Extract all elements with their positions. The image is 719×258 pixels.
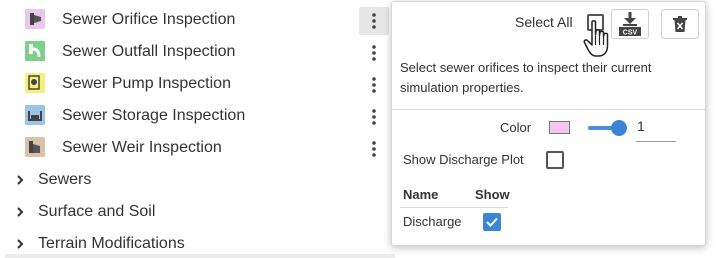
chevron-right-icon[interactable] bbox=[16, 205, 24, 223]
folder-terrain-modifications[interactable]: Terrain Modifications bbox=[0, 227, 390, 258]
folder-label: Surface and Soil bbox=[38, 203, 156, 220]
table-divider bbox=[400, 207, 508, 208]
table-header-name: Name bbox=[403, 187, 439, 202]
layer-item-sewer-outfall[interactable]: Sewer Outfall Inspection bbox=[0, 35, 390, 67]
popup-description: Select sewer orifices to inspect their c… bbox=[400, 60, 652, 95]
divider bbox=[392, 109, 705, 110]
table-header-show: Show bbox=[475, 187, 510, 202]
slider-thumb[interactable] bbox=[611, 120, 627, 136]
trash-icon bbox=[673, 16, 687, 32]
layer-item-sewer-storage[interactable]: Sewer Storage Inspection bbox=[0, 99, 390, 131]
layer-item-label: Sewer Orifice Inspection bbox=[62, 11, 236, 28]
more-options-icon[interactable] bbox=[359, 103, 389, 131]
table-row-name: Discharge bbox=[403, 214, 462, 229]
folder-sewers[interactable]: Sewers bbox=[0, 163, 390, 195]
more-options-icon[interactable] bbox=[359, 7, 389, 35]
layer-item-sewer-pump[interactable]: Sewer Pump Inspection bbox=[0, 67, 390, 99]
more-options-icon[interactable] bbox=[359, 39, 389, 67]
checkmark-icon bbox=[486, 217, 498, 227]
sewer-weir-icon bbox=[25, 137, 45, 157]
select-all-label: Select All bbox=[515, 14, 573, 30]
color-label: Color bbox=[500, 120, 532, 135]
hand-cursor-icon bbox=[583, 20, 613, 63]
folder-surface-and-soil[interactable]: Surface and Soil bbox=[0, 195, 390, 227]
delete-button[interactable] bbox=[661, 9, 699, 39]
opacity-input[interactable]: 1 bbox=[636, 118, 676, 142]
chevron-right-icon[interactable] bbox=[16, 237, 24, 255]
download-csv-button[interactable]: CSV bbox=[611, 9, 649, 39]
opacity-slider[interactable] bbox=[588, 120, 628, 136]
sewer-outfall-icon bbox=[25, 41, 45, 61]
folder-label: Sewers bbox=[38, 171, 92, 188]
sewer-orifice-icon bbox=[25, 9, 45, 29]
show-discharge-plot-checkbox[interactable] bbox=[546, 151, 564, 169]
layer-options-popup: Select All CSV Select sewer orifices to … bbox=[391, 1, 706, 246]
chevron-right-icon[interactable] bbox=[16, 173, 24, 191]
more-options-icon[interactable] bbox=[359, 135, 389, 163]
layer-item-label: Sewer Weir Inspection bbox=[62, 139, 222, 156]
more-options-icon[interactable] bbox=[359, 71, 389, 99]
discharge-show-checkbox[interactable] bbox=[483, 213, 501, 231]
show-discharge-plot-label: Show Discharge Plot bbox=[403, 152, 524, 167]
layer-item-sewer-weir[interactable]: Sewer Weir Inspection bbox=[0, 131, 390, 163]
sewer-storage-icon bbox=[25, 105, 45, 125]
sewer-pump-icon bbox=[25, 73, 45, 93]
folder-label: Terrain Modifications bbox=[38, 235, 185, 252]
layer-item-label: Sewer Storage Inspection bbox=[62, 107, 246, 124]
layer-item-sewer-orifice[interactable]: Sewer Orifice Inspection bbox=[0, 3, 390, 35]
layer-item-label: Sewer Outfall Inspection bbox=[62, 43, 236, 60]
download-csv-icon: CSV bbox=[619, 12, 641, 37]
layer-item-label: Sewer Pump Inspection bbox=[62, 75, 231, 92]
color-swatch[interactable] bbox=[549, 121, 570, 134]
csv-badge: CSV bbox=[623, 30, 638, 37]
layer-tree-panel: Sewer Orifice Inspection Sewer Outfall I… bbox=[0, 0, 395, 258]
